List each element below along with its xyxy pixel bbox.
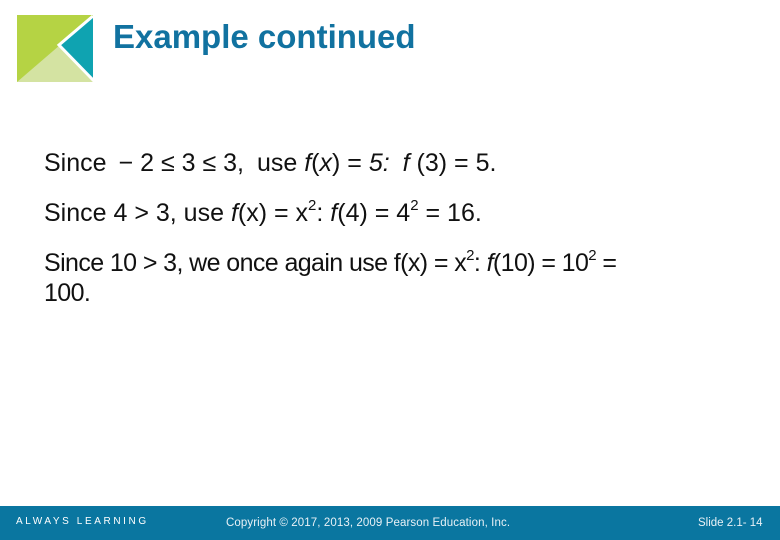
line1-use: use (256, 149, 298, 177)
line3-sup1: 2 (466, 247, 474, 264)
line2-mid: (x) = x (237, 199, 309, 227)
line2-f: f (230, 199, 238, 227)
line1-inequality: 2 ≤ 3 ≤ 3, (140, 149, 244, 177)
line2-prefix: Since 4 > 3, use (44, 199, 231, 227)
line3-sup2: 2 (588, 247, 597, 264)
slide-title: Example continued (113, 18, 416, 55)
line1-result: (3) = 5. (409, 149, 497, 177)
slide-body: Since − 2 ≤ 3 ≤ 3, use f (x) = 5: f (3) = … (44, 148, 764, 308)
line1-since: Since (44, 149, 107, 177)
line1-open-paren: ( (311, 149, 320, 177)
line2-colon: : (316, 199, 331, 227)
footer-bar: ALWAYS LEARNING Copyright © 2017, 2013, … (0, 506, 780, 540)
line3-result: 100. (44, 279, 91, 307)
pearson-logo-icon (17, 15, 95, 82)
line3-equals: = (596, 249, 617, 277)
line2-mid2: (4) = 4 (337, 199, 411, 227)
line3-mid: (10) = 10 (492, 249, 589, 277)
line3-prefix: Since 10 > 3, we once again use f(x) = x (44, 249, 467, 277)
line3-colon: : (473, 249, 487, 277)
line1-five-colon: 5: (368, 149, 390, 177)
line1-minus: − (118, 149, 134, 177)
line1-x: x (319, 149, 333, 177)
body-line-3: Since 10 > 3, we once again use f(x) = x… (44, 248, 764, 308)
logo-graphic (17, 15, 95, 82)
footer-brand: ALWAYS LEARNING (16, 516, 149, 527)
line2-sup2: 2 (410, 197, 419, 214)
line1-equals: ) = (332, 149, 369, 177)
line1-f2: f (402, 149, 410, 177)
footer-copyright: Copyright © 2017, 2013, 2009 Pearson Edu… (226, 517, 511, 529)
body-line-1: Since − 2 ≤ 3 ≤ 3, use f(x) = 5: f (3) = … (44, 148, 764, 178)
line2-result: = 16. (418, 199, 482, 227)
logo-right-edge (93, 15, 95, 82)
footer-slide-number: Slide 2.1- 14 (698, 517, 763, 529)
body-line-2: Since 4 > 3, use f(x) = x2: f(4) = 42 = … (44, 198, 764, 228)
